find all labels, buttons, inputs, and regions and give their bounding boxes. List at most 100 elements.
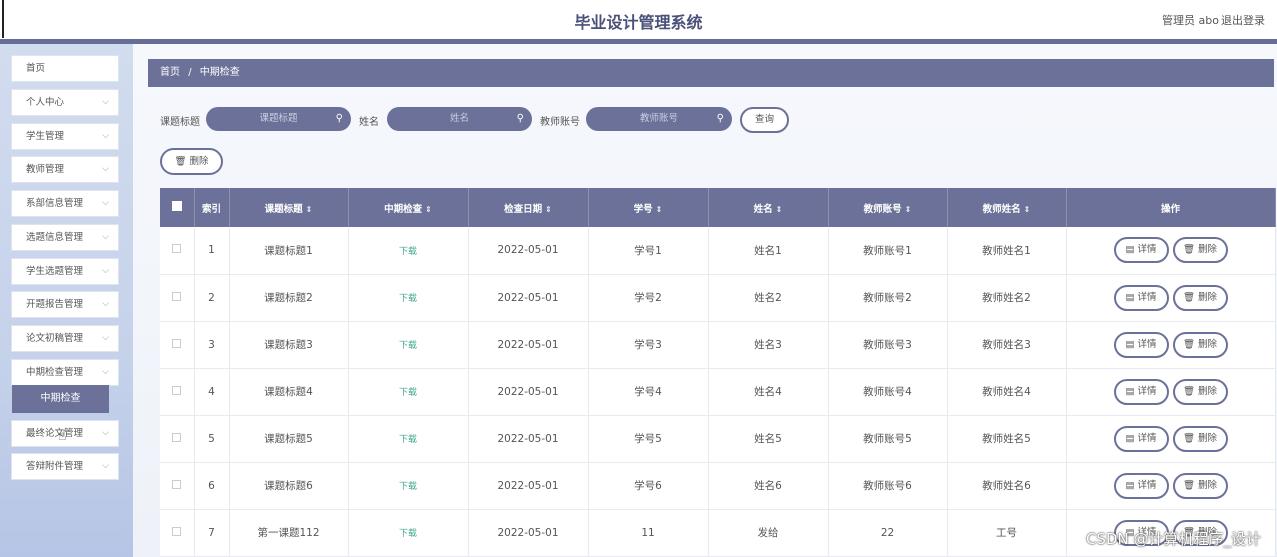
sidebar-subitem-midterm-check[interactable]: 中期检查 (12, 385, 109, 413)
sidebar-item-7[interactable]: 开题报告管理 ⌵ (11, 291, 119, 318)
table-cell: 教师账号3 (828, 321, 948, 369)
detail-button[interactable]: ▤ 详情 (1113, 472, 1169, 499)
sidebar-item-6[interactable]: 学生选题管理 ⌵ (11, 258, 119, 285)
column-header[interactable]: 姓名 ⇕ (708, 188, 829, 227)
doc-icon: ▤ (1125, 291, 1138, 303)
logout-link[interactable]: 退出登录 (1221, 12, 1265, 28)
row-checkbox[interactable] (172, 385, 182, 395)
sidebar-item-2[interactable]: 学生管理 ⌵ (11, 123, 119, 150)
row-delete-button[interactable]: 🗑 删除 (1172, 378, 1228, 405)
chevron-down-icon: ⌵ (102, 299, 109, 309)
sidebar-item-label: 开题报告管理 (26, 299, 84, 310)
chevron-down-icon: ⌵ (102, 232, 109, 242)
table-cell: 教师姓名4 (947, 368, 1067, 416)
app-title: 毕业设计管理系统 (574, 13, 703, 32)
search-icon: ⚲ (716, 113, 724, 124)
sort-icon[interactable]: ⇕ (656, 205, 663, 214)
row-checkbox[interactable] (172, 526, 182, 536)
sidebar-item-4[interactable]: 系部信息管理 ⌵ (11, 190, 119, 217)
sidebar-item-9[interactable]: 中期检查管理 ⌵ (11, 359, 119, 386)
download-link[interactable]: 下载 (348, 321, 469, 369)
detail-button[interactable]: ▤ 详情 (1113, 237, 1169, 264)
download-link[interactable]: 下载 (348, 274, 469, 322)
row-actions: ▤ 详情 🗑 删除 (1066, 321, 1276, 369)
download-link[interactable]: 下载 (348, 509, 469, 557)
select-all-checkbox[interactable] (171, 201, 182, 211)
top-header: 毕业设计管理系统 管理员 abo 退出登录 (0, 0, 1277, 44)
sort-icon[interactable]: ⇕ (776, 205, 783, 214)
download-link[interactable]: 下载 (348, 368, 469, 416)
table-row: 1 课题标题1 下载 2022-05-01 学号1 姓名1 教师账号1 教师姓名1 ▤ 详情 🗑 … (160, 227, 1276, 275)
row-select-cell (160, 368, 195, 416)
row-delete-button[interactable]: 🗑 删除 (1172, 237, 1228, 264)
sort-icon[interactable]: ⇕ (1024, 205, 1031, 214)
table-cell: 姓名2 (708, 274, 829, 322)
detail-button[interactable]: ▤ 详情 (1113, 378, 1169, 405)
download-link[interactable]: 下载 (348, 227, 469, 275)
sort-icon[interactable]: ⇕ (306, 205, 313, 214)
download-link[interactable]: 下载 (348, 415, 469, 463)
column-header-label: 操作 (1160, 203, 1180, 215)
row-checkbox[interactable] (172, 432, 182, 442)
table-cell: 教师姓名2 (947, 274, 1067, 322)
table-cell: 教师账号6 (828, 462, 948, 510)
table-cell: 教师姓名5 (947, 415, 1067, 463)
row-delete-button[interactable]: 🗑 删除 (1172, 472, 1228, 499)
trash-icon: 🗑 (1182, 291, 1199, 303)
row-checkbox[interactable] (172, 479, 182, 489)
table-cell: 姓名6 (708, 462, 829, 510)
sidebar-item-11[interactable]: 答辩附件管理 ⌵ (11, 453, 119, 480)
row-delete-button[interactable]: 🗑 删除 (1172, 284, 1228, 311)
sort-icon[interactable]: ⇕ (425, 205, 432, 214)
sidebar-item-label: 最终论文管理 (26, 428, 84, 439)
sidebar-item-5[interactable]: 选题信息管理 ⌵ (11, 224, 119, 251)
title-search-input[interactable]: 课题标题 ⚲ (206, 107, 351, 131)
chevron-down-icon: ⌵ (102, 367, 109, 377)
sidebar-item-1[interactable]: 个人中心 ⌵ (11, 89, 119, 116)
sidebar-item-0[interactable]: 首页 (11, 55, 119, 82)
breadcrumb-home[interactable]: 首页 (160, 67, 180, 78)
detail-button[interactable]: ▤ 详情 (1113, 284, 1169, 311)
row-checkbox[interactable] (172, 244, 182, 254)
column-header[interactable]: 检查日期 ⇕ (468, 188, 589, 227)
row-delete-button[interactable]: 🗑 删除 (1172, 331, 1228, 358)
table-cell: 11 (588, 509, 709, 557)
button-label: 详情 (1137, 479, 1157, 491)
table-cell: 7 (194, 509, 230, 557)
table-row: 3 课题标题3 下载 2022-05-01 学号3 姓名3 教师账号3 教师姓名3 ▤ 详情 🗑 … (160, 321, 1276, 369)
query-button[interactable]: 查询 (740, 107, 789, 133)
title-search-label: 课题标题 (160, 117, 200, 128)
table-cell: 课题标题4 (229, 368, 349, 416)
table-cell: 姓名5 (708, 415, 829, 463)
table-cell: 教师账号4 (828, 368, 948, 416)
column-header-label: 检查日期 (504, 203, 543, 215)
chevron-down-icon: ⌵ (102, 198, 109, 208)
sort-icon[interactable]: ⇕ (905, 205, 912, 214)
table-cell: 工号 (947, 509, 1067, 557)
column-header[interactable]: 课题标题 ⇕ (229, 188, 349, 227)
name-search-input[interactable]: 姓名 ⚲ (387, 107, 532, 131)
watermark: CSDN @计算机程序_设计 (1085, 530, 1261, 548)
table-row: 4 课题标题4 下载 2022-05-01 学号4 姓名4 教师账号4 教师姓名4 ▤ 详情 🗑 … (160, 368, 1276, 416)
sidebar-item-3[interactable]: 教师管理 ⌵ (11, 156, 119, 183)
column-header[interactable]: 教师账号 ⇕ (828, 188, 948, 227)
column-header[interactable]: 学号 ⇕ (588, 188, 709, 227)
column-header[interactable]: 中期检查 ⇕ (348, 188, 469, 227)
sidebar-item-label: 教师管理 (26, 164, 65, 175)
sidebar-item-8[interactable]: 论文初稿管理 ⌵ (11, 325, 119, 352)
button-label: 删除 (1198, 432, 1218, 444)
table-cell: 2022-05-01 (468, 274, 589, 322)
sidebar-item-label: 系部信息管理 (26, 198, 84, 209)
batch-delete-button[interactable]: 🗑 删除 (160, 148, 223, 175)
detail-button[interactable]: ▤ 详情 (1113, 331, 1169, 358)
chevron-down-icon: ⌵ (102, 266, 109, 276)
sort-icon[interactable]: ⇕ (545, 205, 552, 214)
table-cell: 学号1 (588, 227, 709, 275)
row-checkbox[interactable] (172, 338, 182, 348)
row-delete-button[interactable]: 🗑 删除 (1172, 425, 1228, 452)
column-header[interactable]: 教师姓名 ⇕ (947, 188, 1067, 227)
teacher-search-input[interactable]: 教师账号 ⚲ (586, 107, 732, 131)
row-checkbox[interactable] (172, 291, 182, 301)
detail-button[interactable]: ▤ 详情 (1113, 425, 1169, 452)
download-link[interactable]: 下载 (348, 462, 469, 510)
